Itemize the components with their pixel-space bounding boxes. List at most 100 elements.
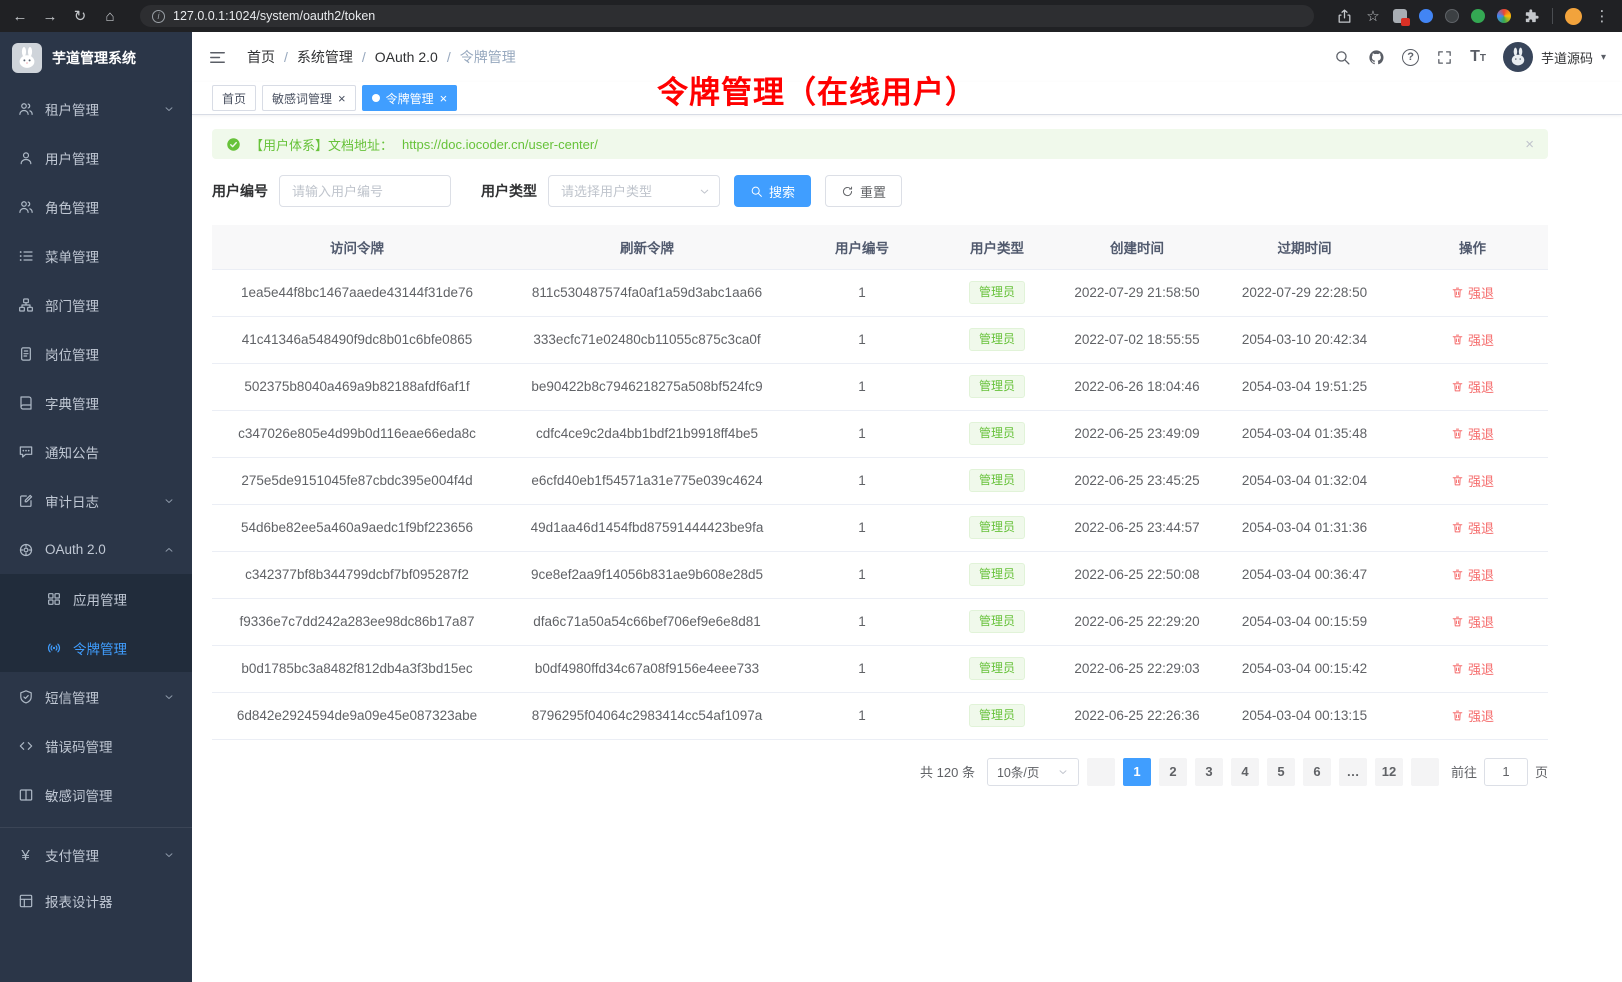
page-button-6[interactable]: 6 [1303,758,1331,786]
sidebar-item-sensitive-words[interactable]: 敏感词管理 [0,770,192,819]
more-pages-button[interactable]: … [1339,758,1367,786]
tab-token-management[interactable]: 令牌管理 × [362,85,458,111]
user-icon [17,149,34,166]
sidebar-item-payment[interactable]: ¥ 支付管理 [0,827,192,876]
sidebar-item-audit-log[interactable]: 审计日志 [0,476,192,525]
url-text[interactable]: 127.0.0.1:1024/system/oauth2/token [173,9,375,23]
chevron-down-icon [163,103,175,115]
share-icon[interactable] [1336,8,1353,25]
user-type-badge: 管理员 [969,422,1025,444]
alert-close-icon[interactable]: × [1525,137,1534,152]
user-type-badge: 管理员 [969,563,1025,585]
chevron-down-icon [1057,766,1069,778]
sidebar-item-dict[interactable]: 字典管理 [0,378,192,427]
user-type-badge: 管理员 [969,469,1025,491]
table-row: 54d6be82ee5a460a9aedc1f9bf223656 49d1aa4… [212,504,1548,551]
address-bar[interactable]: i 127.0.0.1:1024/system/oauth2/token [140,5,1314,27]
page-button-12[interactable]: 12 [1375,758,1403,786]
main-area: 令牌管理（在线用户） 首页 / 系统管理 / OAuth 2.0 / 令牌管理 … [192,32,1622,982]
fullscreen-icon[interactable] [1436,49,1453,66]
extension-icon[interactable] [1471,9,1485,23]
force-logout-button[interactable]: 强退 [1451,330,1494,349]
extension-icon[interactable] [1393,9,1407,23]
search-button[interactable]: 搜索 [734,175,811,207]
browser-home-icon[interactable]: ⌂ [102,9,118,24]
page-button-3[interactable]: 3 [1195,758,1223,786]
page-button-5[interactable]: 5 [1267,758,1295,786]
doc-link[interactable]: https://doc.iocoder.cn/user-center/ [402,137,598,152]
bookmark-star-icon[interactable]: ☆ [1365,9,1381,24]
force-logout-button[interactable]: 强退 [1451,659,1494,678]
app-logo[interactable]: 芋道管理系统 [0,32,192,84]
tab-home[interactable]: 首页 [212,85,256,111]
force-logout-button[interactable]: 强退 [1451,612,1494,631]
force-logout-button[interactable]: 强退 [1451,471,1494,490]
sidebar-item-oauth-app[interactable]: 应用管理 [0,574,192,623]
help-icon[interactable]: ? [1402,49,1419,66]
sidebar-item-dept[interactable]: 部门管理 [0,280,192,329]
sidebar-item-notice[interactable]: 通知公告 [0,427,192,476]
sidebar-item-sms[interactable]: 短信管理 [0,672,192,721]
sidebar-item-role[interactable]: 角色管理 [0,182,192,231]
force-logout-button[interactable]: 强退 [1451,283,1494,302]
github-icon[interactable] [1368,49,1385,66]
force-logout-button[interactable]: 强退 [1451,706,1494,725]
user-type-badge: 管理员 [969,281,1025,303]
next-page-button[interactable] [1411,758,1439,786]
breadcrumb-home[interactable]: 首页 [247,47,275,67]
browser-profile-avatar[interactable] [1565,8,1582,25]
reset-button[interactable]: 重置 [825,175,902,207]
extension-icon[interactable] [1445,9,1459,23]
sidebar-item-user[interactable]: 用户管理 [0,133,192,182]
extensions-puzzle-icon[interactable] [1523,8,1540,25]
col-user-type: 用户类型 [932,225,1062,269]
sidebar-item-tenant[interactable]: 租户管理 [0,84,192,133]
force-logout-button[interactable]: 强退 [1451,518,1494,537]
browser-back-icon[interactable]: ← [12,9,28,24]
site-info-icon[interactable]: i [152,10,165,23]
browser-menu-icon[interactable]: ⋮ [1594,9,1610,24]
page-button-2[interactable]: 2 [1159,758,1187,786]
page-button-1[interactable]: 1 [1123,758,1151,786]
table-row: 502375b8040a469a9b82188afdf6af1f be90422… [212,363,1548,410]
font-size-icon[interactable]: TT [1470,48,1486,66]
breadcrumb-system[interactable]: 系统管理 [297,47,353,67]
user-type-select[interactable] [548,175,720,207]
sidebar-item-post[interactable]: 岗位管理 [0,329,192,378]
sidebar-item-report-designer[interactable]: 报表设计器 [0,876,192,925]
goto-label: 前往 [1451,762,1477,781]
prev-page-button[interactable] [1087,758,1115,786]
extension-icon[interactable] [1497,9,1511,23]
force-logout-button[interactable]: 强退 [1451,565,1494,584]
table-row: c347026e805e4d99b0d116eae66eda8c cdfc4ce… [212,410,1548,457]
goto-page-input[interactable] [1484,758,1528,786]
table-row: 6d842e2924594de9a09e45e087323abe 8796295… [212,692,1548,739]
user-menu[interactable]: 芋道源码 ▾ [1503,42,1606,72]
sidebar: 芋道管理系统 租户管理 用户管理 角色管理 菜单管理 部门管理 岗位管理 字典管… [0,32,192,982]
page-size-select[interactable]: 10条/页 [987,758,1079,786]
hamburger-icon[interactable] [208,48,227,67]
search-icon[interactable] [1334,49,1351,66]
sidebar-item-error-code[interactable]: 错误码管理 [0,721,192,770]
breadcrumb-current: 令牌管理 [460,47,516,67]
user-id-input[interactable] [279,175,451,207]
sidebar-item-menu[interactable]: 菜单管理 [0,231,192,280]
col-user-id: 用户编号 [792,225,932,269]
force-logout-button[interactable]: 强退 [1451,377,1494,396]
sensitive-words-icon [17,786,34,803]
browser-forward-icon[interactable]: → [42,9,58,24]
tab-sensitive-words[interactable]: 敏感词管理 × [262,85,356,111]
username-text: 芋道源码 [1541,48,1593,67]
close-icon[interactable]: × [440,92,448,105]
table-header-row: 访问令牌 刷新令牌 用户编号 用户类型 创建时间 过期时间 操作 [212,225,1548,269]
roles-icon [17,198,34,215]
close-icon[interactable]: × [338,92,346,105]
breadcrumb-oauth[interactable]: OAuth 2.0 [375,49,438,65]
extension-icon[interactable] [1419,9,1433,23]
browser-reload-icon[interactable]: ↻ [72,9,88,24]
page-button-4[interactable]: 4 [1231,758,1259,786]
force-logout-button[interactable]: 强退 [1451,424,1494,443]
sidebar-item-oauth[interactable]: OAuth 2.0 [0,525,192,574]
sidebar-item-oauth-token[interactable]: 令牌管理 [0,623,192,672]
announcement-icon [17,443,34,460]
